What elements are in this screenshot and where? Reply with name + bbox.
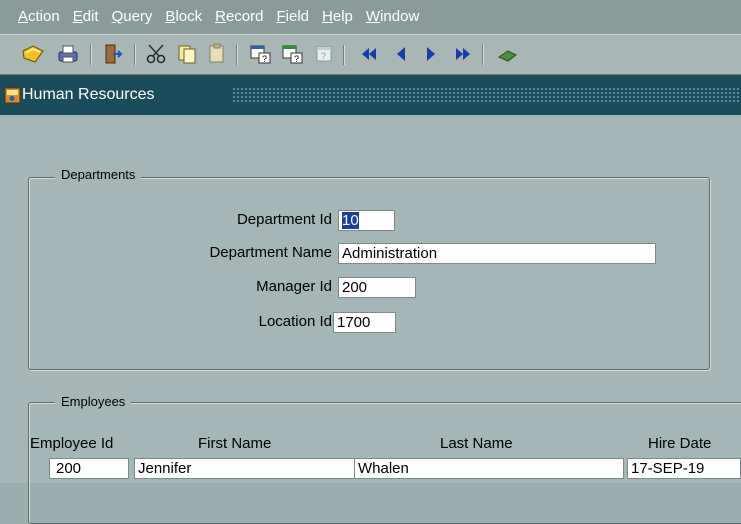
department-id-label: Department Id bbox=[236, 211, 332, 228]
cut-icon[interactable] bbox=[144, 41, 170, 67]
employees-frame-title: Employees bbox=[55, 394, 132, 409]
last-record-icon[interactable] bbox=[450, 41, 476, 67]
departments-frame-title: Departments bbox=[55, 167, 142, 182]
window-title-bar: Human Resources bbox=[0, 75, 741, 115]
menu-window[interactable]: Window bbox=[366, 0, 419, 34]
toolbar-separator bbox=[236, 45, 238, 65]
save-icon[interactable] bbox=[20, 41, 46, 67]
toolbar-separator bbox=[482, 45, 484, 65]
svg-text:?: ? bbox=[321, 51, 326, 61]
svg-text:?: ? bbox=[294, 54, 299, 64]
toolbar-separator bbox=[134, 45, 136, 65]
location-id-field[interactable]: 1700 bbox=[333, 312, 396, 333]
svg-text:?: ? bbox=[262, 54, 267, 64]
toolbar-separator bbox=[343, 45, 345, 65]
column-header-employee-id: Employee Id bbox=[30, 435, 114, 452]
menu-edit[interactable]: Edit bbox=[73, 0, 99, 34]
execute-query-icon[interactable]: ? bbox=[280, 41, 306, 67]
enter-query-icon[interactable]: ? bbox=[248, 41, 274, 67]
column-header-hire-date: Hire Date bbox=[648, 435, 712, 452]
department-name-field[interactable]: Administration bbox=[338, 243, 656, 264]
column-header-first-name: First Name bbox=[198, 435, 272, 452]
menu-help[interactable]: Help bbox=[322, 0, 353, 34]
menu-action[interactable]: Action bbox=[18, 0, 60, 34]
department-id-value: 10 bbox=[342, 212, 359, 229]
previous-record-icon[interactable] bbox=[388, 41, 414, 67]
menu-record[interactable]: Record bbox=[215, 0, 263, 34]
menu-bar: Action Edit Query Block Record Field Help Windo… bbox=[0, 0, 741, 34]
employee-id-cell[interactable]: 200 bbox=[49, 458, 129, 479]
menu-block[interactable]: Block bbox=[165, 0, 202, 34]
menu-field[interactable]: Field bbox=[277, 0, 310, 34]
toolbar-separator bbox=[90, 45, 92, 65]
manager-id-field[interactable]: 200 bbox=[338, 277, 416, 298]
first-record-icon[interactable] bbox=[356, 41, 382, 67]
menu-query[interactable]: Query bbox=[112, 0, 153, 34]
next-record-icon[interactable] bbox=[418, 41, 444, 67]
location-id-label: Location Id bbox=[258, 313, 332, 330]
exit-icon[interactable] bbox=[100, 41, 126, 67]
copy-icon[interactable] bbox=[174, 41, 200, 67]
toolbar: ? ? ? bbox=[0, 34, 741, 75]
insert-record-icon[interactable] bbox=[494, 41, 520, 67]
manager-id-label: Manager Id bbox=[256, 278, 332, 295]
departments-frame bbox=[28, 177, 710, 370]
hire-date-cell[interactable]: 17-SEP-19 bbox=[627, 458, 741, 479]
form-canvas: Departments Department Id 10 Department … bbox=[0, 115, 741, 524]
window-title: Human Resources bbox=[22, 86, 155, 103]
title-bar-pattern bbox=[232, 87, 741, 103]
first-name-cell[interactable]: Jennifer bbox=[134, 458, 356, 479]
column-header-last-name: Last Name bbox=[440, 435, 513, 452]
department-name-label: Department Name bbox=[209, 244, 332, 261]
last-name-cell[interactable]: Whalen bbox=[354, 458, 624, 479]
cancel-query-icon[interactable]: ? bbox=[312, 41, 338, 67]
form-window-icon bbox=[4, 87, 21, 104]
paste-icon[interactable] bbox=[204, 41, 230, 67]
print-icon[interactable] bbox=[55, 41, 81, 67]
department-id-field[interactable]: 10 bbox=[338, 210, 395, 231]
